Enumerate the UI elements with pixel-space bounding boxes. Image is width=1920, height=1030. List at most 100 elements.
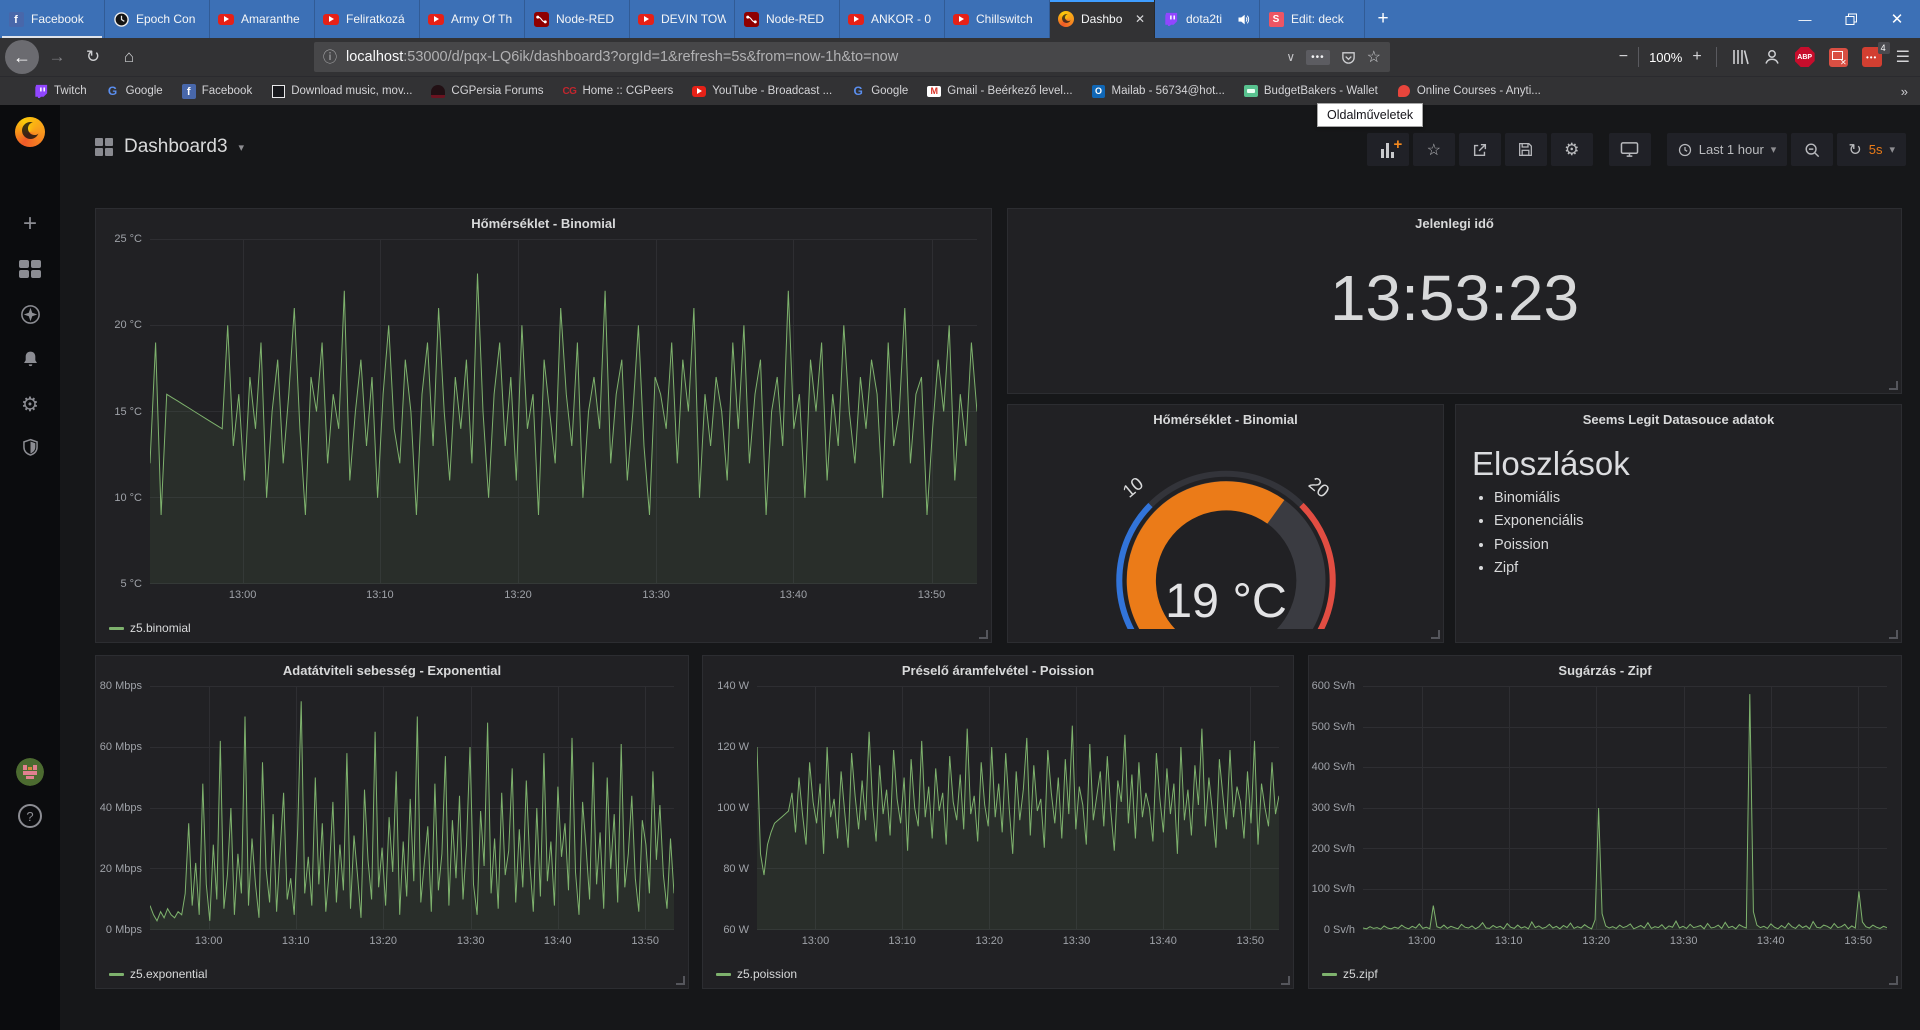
sidebar-item-server-admin[interactable] <box>0 428 60 466</box>
save-dashboard-button[interactable] <box>1504 133 1547 166</box>
chart-plot[interactable] <box>149 686 675 930</box>
forward-button[interactable]: → <box>39 47 75 67</box>
site-info-icon[interactable]: ⓘ <box>323 47 337 67</box>
restore-button[interactable] <box>1828 0 1874 38</box>
panel-title[interactable]: Seems Legit Datasouce adatok <box>1456 405 1901 435</box>
bookmark-item[interactable]: YouTube - Broadcast ... <box>692 84 832 98</box>
legend-item[interactable]: z5.binomial <box>109 621 191 635</box>
sidebar-item-explore[interactable] <box>0 295 60 333</box>
separator <box>1638 47 1640 67</box>
bookmark-item[interactable]: Online Courses - Anyti... <box>1397 84 1541 98</box>
bookmark-item[interactable]: BudgetBakers - Wallet <box>1243 84 1378 98</box>
panel-resize-handle[interactable] <box>1889 381 1898 390</box>
y-axis-tick: 10 °C <box>114 491 142 504</box>
new-tab-button[interactable]: + <box>1365 0 1401 38</box>
back-button[interactable]: ← <box>5 40 39 74</box>
browser-tab-army-of-the[interactable]: Army Of Th <box>420 0 525 38</box>
time-range-button[interactable]: Last 1 hour ▾ <box>1666 133 1788 166</box>
bookmark-item[interactable]: O Mailab - 56734@hot... <box>1092 84 1225 98</box>
bookmarks-overflow-button[interactable]: » <box>1901 84 1908 99</box>
zoom-in-button[interactable]: + <box>1692 48 1701 66</box>
zoom-level[interactable]: 100% <box>1649 50 1682 65</box>
sidebar-item-user-profile[interactable] <box>0 753 60 791</box>
browser-tab-dota2ti[interactable]: dota2ti <box>1155 0 1260 38</box>
bookmark-item[interactable]: CG Home :: CGPeers <box>562 84 673 98</box>
browser-tab-node-red-1[interactable]: Node-RED <box>525 0 630 38</box>
close-button[interactable]: ✕ <box>1874 0 1920 38</box>
panel-title[interactable]: Jelenlegi idő <box>1008 209 1901 239</box>
dashboard-settings-button[interactable]: ⚙ <box>1550 133 1593 166</box>
chart-plot[interactable] <box>149 239 978 584</box>
screenshot-extension-icon[interactable] <box>1828 47 1848 67</box>
legend-item[interactable]: z5.zipf <box>1322 967 1378 981</box>
browser-tab-chillswitch[interactable]: Chillswitch <box>945 0 1050 38</box>
bookmark-item[interactable]: Twitch <box>34 84 87 98</box>
grafana-logo[interactable] <box>15 117 45 147</box>
bookmark-item[interactable]: CGPersia Forums <box>431 84 543 98</box>
page-actions-button[interactable]: ••• <box>1306 49 1330 65</box>
panel-resize-handle[interactable] <box>1889 630 1898 639</box>
panel-title[interactable]: Préselő áramfelvétel - Poission <box>703 656 1293 686</box>
panel-resize-handle[interactable] <box>676 976 685 985</box>
sidebar-item-create[interactable]: + <box>0 205 60 243</box>
url-host: localhost <box>346 49 404 65</box>
home-button[interactable]: ⌂ <box>111 47 147 67</box>
sidebar-item-alerting[interactable] <box>0 340 60 378</box>
browser-tab-node-red-2[interactable]: Node-RED <box>735 0 840 38</box>
bookmark-item[interactable]: f Facebook <box>181 83 252 99</box>
url-bar[interactable]: ⓘ localhost :53000/d/pqx-LQ6ik/dashboard… <box>314 42 1390 72</box>
cgpeers-icon: CG <box>562 85 577 97</box>
browser-tab-devin-townsend[interactable]: DEVIN TOW <box>630 0 735 38</box>
chart-plot[interactable] <box>756 686 1280 930</box>
browser-tab-feliratkozas[interactable]: Feliratkozá <box>315 0 420 38</box>
panel-title[interactable]: Hőmérséklet - Binomial <box>96 209 991 239</box>
sidebar-item-help[interactable]: ? <box>0 797 60 835</box>
legend-item[interactable]: z5.exponential <box>109 967 207 981</box>
sidebar-item-configuration[interactable]: ⚙ <box>0 385 60 423</box>
share-dashboard-button[interactable] <box>1458 133 1501 166</box>
url-dropdown-icon[interactable]: ∨ <box>1286 50 1295 64</box>
adblock-icon[interactable]: ABP <box>1794 47 1815 67</box>
dashboard-title-button[interactable]: Dashboard3 ▾ <box>95 136 244 158</box>
bookmark-star-icon[interactable]: ☆ <box>1367 47 1381 67</box>
save-icon <box>1519 143 1533 156</box>
panel-resize-handle[interactable] <box>1431 630 1440 639</box>
browser-tab-edit-deck[interactable]: S Edit: deck <box>1260 0 1365 38</box>
panel-title[interactable]: Adatátviteli sebesség - Exponential <box>96 656 688 686</box>
slides-icon: S <box>1268 11 1284 27</box>
legend-item[interactable]: z5.poission <box>716 967 797 981</box>
bookmark-item[interactable]: G Google <box>106 84 163 98</box>
panel-resize-handle[interactable] <box>1281 976 1290 985</box>
zoom-out-button[interactable]: − <box>1619 48 1628 66</box>
minimize-button[interactable]: — <box>1782 0 1828 38</box>
bookmark-item[interactable]: M Gmail - Beérkező level... <box>927 84 1073 98</box>
browser-tab-ankor[interactable]: ANKOR - 0 <box>840 0 945 38</box>
zoom-out-time-button[interactable] <box>1791 133 1834 166</box>
menu-icon[interactable]: ☰ <box>1896 47 1910 67</box>
browser-tab-epoch-converter[interactable]: Epoch Con <box>105 0 210 38</box>
sidebar-item-dashboards[interactable] <box>0 250 60 288</box>
star-dashboard-button[interactable]: ☆ <box>1412 133 1455 166</box>
add-panel-button[interactable]: + <box>1366 133 1409 166</box>
reload-button[interactable]: ↻ <box>75 47 111 67</box>
bookmark-item[interactable]: G Google <box>851 84 909 98</box>
browser-tab-dashboard[interactable]: Dashbo ✕ <box>1050 0 1155 38</box>
panel-resize-handle[interactable] <box>979 630 988 639</box>
library-icon[interactable] <box>1731 48 1749 66</box>
chart-plot[interactable] <box>1362 686 1888 930</box>
profile-icon[interactable] <box>1763 48 1781 66</box>
pocket-icon[interactable] <box>1341 50 1356 65</box>
bookmark-item[interactable]: Download music, mov... <box>271 84 412 98</box>
y-axis-tick: 80 W <box>723 863 749 875</box>
panel-title[interactable]: Sugárzás - Zipf <box>1309 656 1901 686</box>
tab-audio-icon[interactable] <box>1237 14 1251 25</box>
tv-mode-button[interactable] <box>1608 133 1651 166</box>
refresh-button[interactable]: ↻ 5s ▾ <box>1837 133 1906 166</box>
browser-tab-amaranthe[interactable]: Amaranthe <box>210 0 315 38</box>
tab-close-button[interactable]: ✕ <box>1134 12 1146 26</box>
x-axis-tick: 13:30 <box>1669 935 1698 947</box>
browser-tab-facebook[interactable]: f Facebook <box>0 0 105 38</box>
extension-badge-icon[interactable]: ••• 4 <box>1861 42 1890 67</box>
panel-resize-handle[interactable] <box>1889 976 1898 985</box>
panel-title[interactable]: Hőmérséklet - Binomial <box>1008 405 1443 435</box>
